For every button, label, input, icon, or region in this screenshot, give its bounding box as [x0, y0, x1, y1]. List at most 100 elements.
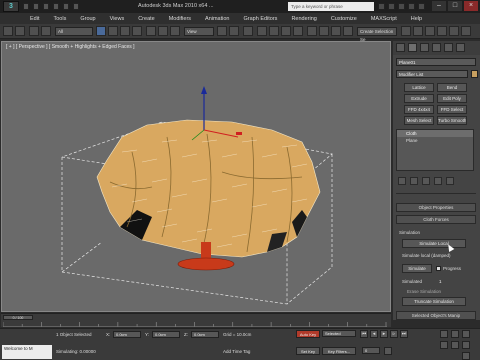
- object-name-field[interactable]: Plane01: [396, 58, 476, 66]
- configure-modifier-sets-icon[interactable]: [446, 177, 454, 185]
- menu-views[interactable]: Views: [103, 16, 132, 22]
- menu-maxscript[interactable]: MAXScript: [364, 16, 404, 22]
- select-scale-icon[interactable]: [170, 26, 180, 36]
- reference-coordinate-dropdown[interactable]: View: [184, 27, 214, 36]
- lattice-button[interactable]: Lattice: [404, 83, 434, 92]
- communication-icon[interactable]: [398, 3, 405, 10]
- zoom-icon[interactable]: [440, 330, 448, 338]
- close-button[interactable]: ×: [464, 1, 478, 11]
- go-to-start-icon[interactable]: ⏮: [360, 330, 368, 338]
- bend-button[interactable]: Bend: [437, 83, 467, 92]
- render-production-icon[interactable]: [461, 26, 471, 36]
- frame-ruler[interactable]: [3, 322, 387, 327]
- menu-tools[interactable]: Tools: [46, 16, 73, 22]
- orbit-icon[interactable]: [462, 341, 470, 349]
- curve-editor-icon[interactable]: [401, 26, 411, 36]
- select-manipulate-icon[interactable]: [229, 26, 239, 36]
- minimize-button[interactable]: –: [432, 1, 446, 11]
- menu-create[interactable]: Create: [131, 16, 162, 22]
- material-editor-icon[interactable]: [425, 26, 435, 36]
- show-end-result-icon[interactable]: [410, 177, 418, 185]
- mirror-icon[interactable]: [319, 26, 329, 36]
- modifier-list-dropdown[interactable]: Modifier List: [396, 70, 468, 78]
- rectangular-selection-icon[interactable]: [120, 26, 130, 36]
- display-tab-icon[interactable]: [444, 43, 453, 52]
- ffd-button[interactable]: FFD 4x4x4: [404, 105, 434, 114]
- named-selection-sets-input[interactable]: Create Selection Se: [357, 27, 397, 42]
- select-by-name-icon[interactable]: [108, 26, 118, 36]
- maximize-viewport-icon[interactable]: [462, 352, 470, 360]
- menu-edit[interactable]: Edit: [0, 16, 46, 22]
- simulate-local-button[interactable]: Simulate Local: [402, 239, 466, 248]
- remove-modifier-icon[interactable]: [434, 177, 442, 185]
- cloth-object[interactable]: [96, 119, 321, 258]
- extrude-button[interactable]: Extrude: [404, 94, 434, 103]
- go-to-end-icon[interactable]: ⏭: [400, 330, 408, 338]
- menu-graph-editors[interactable]: Graph Editors: [237, 16, 285, 22]
- current-frame-field[interactable]: 0: [362, 347, 380, 354]
- percent-snap-icon[interactable]: [281, 26, 291, 36]
- render-setup-icon[interactable]: [437, 26, 447, 36]
- maximize-button[interactable]: □: [448, 1, 462, 11]
- selected-dropdown[interactable]: Selected: [322, 330, 356, 337]
- keyboard-shortcut-icon[interactable]: [243, 26, 253, 36]
- undo-tool-icon[interactable]: [3, 26, 13, 36]
- unlink-icon[interactable]: [41, 26, 51, 36]
- angle-snap-icon[interactable]: [269, 26, 279, 36]
- viewport-label[interactable]: [ + ] [ Perspective ] [ Smooth + Highlig…: [6, 44, 135, 50]
- project-folder-icon[interactable]: [73, 3, 79, 10]
- make-unique-icon[interactable]: [422, 177, 430, 185]
- menu-rendering[interactable]: Rendering: [284, 16, 323, 22]
- time-configuration-icon[interactable]: [384, 347, 392, 355]
- menu-help[interactable]: Help: [404, 16, 429, 22]
- simulate-local-damped-label[interactable]: Simulate local (damped): [402, 253, 451, 258]
- mesh-select-button[interactable]: Mesh Select: [404, 116, 434, 125]
- modify-tab-icon[interactable]: [408, 43, 417, 52]
- link-icon[interactable]: [29, 26, 39, 36]
- new-file-icon[interactable]: [23, 3, 29, 10]
- utilities-tab-icon[interactable]: [456, 43, 465, 52]
- window-crossing-icon[interactable]: [132, 26, 142, 36]
- stack-item-plane[interactable]: Plane: [397, 137, 473, 144]
- select-rotate-icon[interactable]: [158, 26, 168, 36]
- named-selection-icon[interactable]: [307, 26, 317, 36]
- x-coordinate-field[interactable]: 0.0cm: [113, 331, 141, 338]
- select-object-icon[interactable]: [96, 26, 106, 36]
- search-icon[interactable]: [378, 3, 385, 10]
- cloth-forces-button[interactable]: Cloth Forces: [396, 215, 476, 224]
- undo-icon[interactable]: [53, 3, 59, 10]
- pivot-center-icon[interactable]: [217, 26, 227, 36]
- next-frame-icon[interactable]: ▹: [390, 330, 398, 338]
- time-trackbar[interactable]: 0 / 100: [1, 313, 391, 327]
- redo-icon[interactable]: [63, 3, 69, 10]
- favorites-icon[interactable]: [408, 3, 415, 10]
- layer-manager-icon[interactable]: [343, 26, 353, 36]
- key-filters-button[interactable]: Key Filters...: [322, 347, 356, 355]
- simulate-button[interactable]: Simulate: [402, 264, 432, 273]
- app-logo-button[interactable]: 3: [3, 1, 19, 12]
- maxscript-listener[interactable]: Welcome to M: [2, 345, 52, 359]
- truncate-simulation-button[interactable]: Truncate Simulation: [402, 297, 466, 306]
- turbosmooth-button[interactable]: Turbo Smooth: [437, 116, 467, 125]
- zoom-all-icon[interactable]: [451, 330, 459, 338]
- ffd-select-button[interactable]: FFD Select: [437, 105, 467, 114]
- subscription-icon[interactable]: [388, 3, 395, 10]
- open-file-icon[interactable]: [33, 3, 39, 10]
- spinner-snap-icon[interactable]: [293, 26, 303, 36]
- rendered-frame-window-icon[interactable]: [449, 26, 459, 36]
- motion-tab-icon[interactable]: [432, 43, 441, 52]
- search-input[interactable]: Type a keyword or phrase: [288, 2, 374, 11]
- auto-key-button[interactable]: Auto Key: [296, 330, 320, 338]
- perspective-viewport[interactable]: [ + ] [ Perspective ] [ Smooth + Highlig…: [1, 41, 391, 312]
- create-tab-icon[interactable]: [396, 43, 405, 52]
- object-properties-button[interactable]: Object Properties: [396, 203, 476, 212]
- redo-tool-icon[interactable]: [15, 26, 25, 36]
- selected-object-manip-button[interactable]: Selected Object's Manip: [396, 311, 476, 320]
- select-move-icon[interactable]: [146, 26, 156, 36]
- save-file-icon[interactable]: [43, 3, 49, 10]
- field-of-view-icon[interactable]: [440, 341, 448, 349]
- snaps-toggle-icon[interactable]: [257, 26, 267, 36]
- z-coordinate-field[interactable]: 0.0cm: [191, 331, 219, 338]
- menu-customize[interactable]: Customize: [324, 16, 364, 22]
- stack-item-cloth[interactable]: Cloth: [397, 130, 473, 137]
